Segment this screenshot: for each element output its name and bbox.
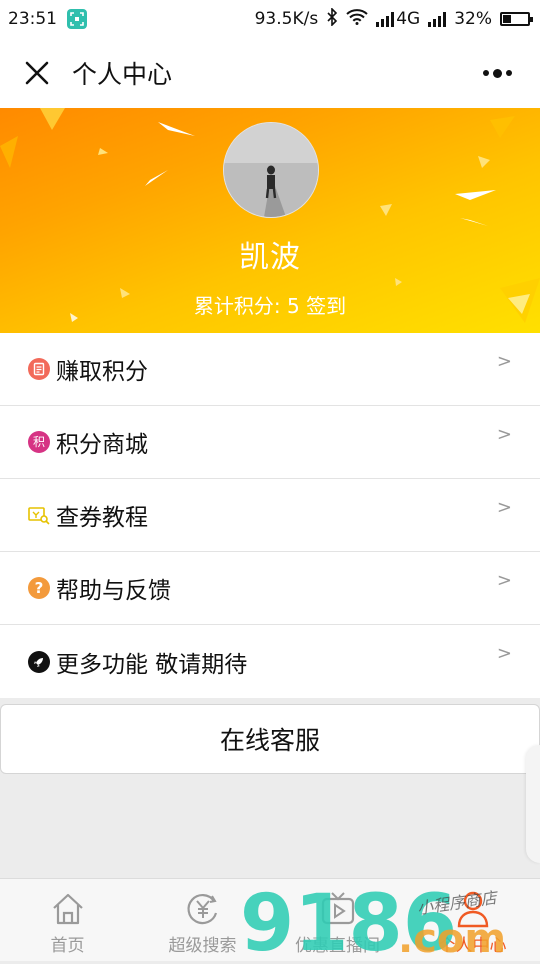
- status-bar: 23:51 93.5K/s 4G 32%: [0, 0, 540, 38]
- tab-live-deals[interactable]: 优惠直播间: [270, 879, 405, 961]
- online-service-button[interactable]: 在线客服: [0, 704, 540, 774]
- network-type: 4G: [396, 9, 421, 29]
- close-button[interactable]: [22, 58, 52, 88]
- tab-profile[interactable]: 个人中心: [405, 879, 540, 961]
- avatar-photo: [224, 123, 318, 217]
- tab-home[interactable]: 首页: [0, 879, 135, 961]
- chevron-right-icon: >: [496, 424, 512, 445]
- points-summary: 累计积分: 5 签到: [193, 294, 347, 318]
- side-drawer-handle[interactable]: [526, 745, 540, 863]
- more-button[interactable]: [477, 63, 518, 84]
- coupon-search-icon: [28, 504, 50, 526]
- tab-super-search[interactable]: 超级搜索: [135, 879, 270, 961]
- home-icon: [48, 889, 88, 929]
- avatar[interactable]: [223, 122, 319, 218]
- bluetooth-icon: [326, 6, 338, 31]
- battery-icon: [500, 12, 533, 26]
- menu-label: 赚取积分: [56, 359, 148, 385]
- tab-label: 优惠直播间: [295, 936, 380, 956]
- menu-item-points-mall[interactable]: 积 积分商城 >: [0, 406, 540, 479]
- tab-label: 超级搜索: [168, 936, 237, 956]
- chevron-right-icon: >: [496, 643, 512, 664]
- person-icon: [453, 889, 493, 929]
- net-speed: 93.5K/s: [254, 9, 319, 29]
- battery-percent: 32%: [454, 9, 492, 29]
- tab-bar: 首页 超级搜索 优惠直播间 个人中心: [0, 878, 540, 961]
- menu-label: 帮助与反馈: [56, 578, 171, 604]
- help-icon: ?: [28, 577, 50, 599]
- signal-icon: [376, 11, 395, 27]
- chevron-right-icon: >: [496, 497, 512, 518]
- menu-label: 查券教程: [56, 505, 148, 531]
- menu-label: 更多功能 敬请期待: [56, 651, 248, 678]
- yen-search-icon: [183, 889, 223, 929]
- nav-header: 个人中心: [0, 38, 540, 108]
- menu-list: 赚取积分 > 积 积分商城 > 查券教程 > ? 帮助与反馈 > 更多功能 敬请…: [0, 333, 540, 698]
- chevron-right-icon: >: [496, 570, 512, 591]
- wifi-icon: [346, 8, 368, 30]
- tab-label: 首页: [50, 936, 85, 956]
- scan-app-icon: [67, 9, 87, 29]
- more-icon: [483, 70, 489, 76]
- tab-label: 个人中心: [438, 936, 507, 956]
- menu-item-help-feedback[interactable]: ? 帮助与反馈 >: [0, 552, 540, 625]
- points-mall-icon: 积: [28, 431, 50, 453]
- menu-item-earn-points[interactable]: 赚取积分 >: [0, 333, 540, 406]
- signal-icon-2: [428, 11, 447, 27]
- profile-banner: 凯波 累计积分: 5 签到: [0, 108, 540, 333]
- username: 凯波: [239, 240, 301, 275]
- menu-item-more-features[interactable]: 更多功能 敬请期待 >: [0, 625, 540, 698]
- chevron-right-icon: >: [496, 351, 512, 372]
- close-icon: [25, 61, 49, 85]
- page-title: 个人中心: [72, 60, 173, 89]
- menu-item-coupon-tutorial[interactable]: 查券教程 >: [0, 479, 540, 552]
- menu-label: 积分商城: [56, 432, 148, 458]
- tv-play-icon: [318, 889, 358, 929]
- status-time: 23:51: [8, 9, 57, 29]
- clipboard-icon: [28, 358, 50, 380]
- rocket-icon: [28, 650, 50, 673]
